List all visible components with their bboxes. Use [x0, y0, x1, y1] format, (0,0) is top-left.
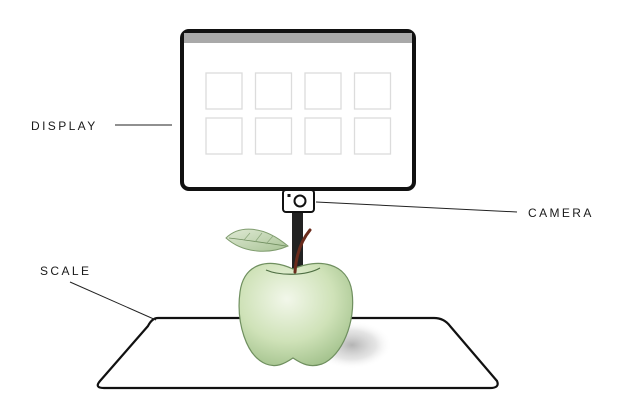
scale-diagram [69, 29, 518, 390]
camera-leader-line [315, 201, 518, 213]
display-label: DISPLAY [31, 119, 98, 133]
scale-label: SCALE [40, 264, 92, 278]
screen-tile [304, 117, 342, 155]
apple [238, 262, 354, 367]
screen-tile [304, 72, 342, 110]
screen-tile [205, 117, 243, 155]
display-title-bar [184, 33, 412, 43]
screen-tile [254, 117, 293, 155]
apple-leaf [225, 228, 289, 252]
screen-tile [353, 117, 392, 155]
screen-tile [353, 72, 392, 110]
screen-tile [205, 72, 243, 110]
camera-label: CAMERA [528, 206, 594, 220]
camera-icon [282, 189, 315, 213]
screen-tile [254, 72, 293, 110]
display-monitor [180, 29, 416, 191]
scale-leader-line [69, 281, 157, 321]
